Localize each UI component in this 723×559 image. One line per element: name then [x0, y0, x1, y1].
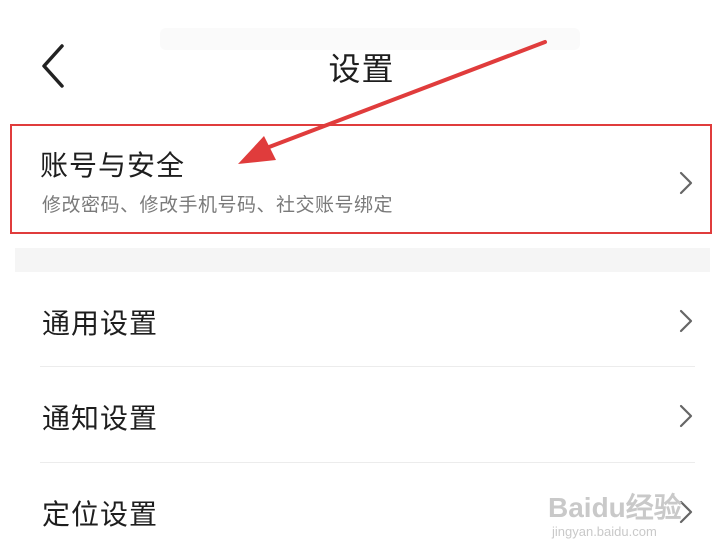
- watermark-url: jingyan.baidu.com: [552, 524, 657, 539]
- section-separator: [15, 248, 710, 272]
- chevron-right-icon: [679, 171, 693, 195]
- watermark-brand: Baidu经验: [548, 492, 682, 523]
- settings-item-notification[interactable]: 通知设置: [0, 367, 723, 463]
- settings-item-general[interactable]: 通用设置: [0, 272, 723, 368]
- baidu-jingyan-watermark: Baidu经验 jingyan.baidu.com: [548, 482, 718, 552]
- account-security-item[interactable]: 账号与安全 修改密码、修改手机号码、社交账号绑定: [10, 124, 712, 234]
- chevron-right-icon: [679, 309, 693, 333]
- page-title: 设置: [328, 50, 395, 88]
- account-security-label: 账号与安全: [40, 149, 186, 182]
- settings-item-label: 定位设置: [42, 498, 159, 531]
- settings-item-label: 通用设置: [42, 307, 159, 340]
- header-bar: 设置: [0, 0, 723, 110]
- chevron-right-icon: [679, 404, 693, 428]
- account-security-description: 修改密码、修改手机号码、社交账号绑定: [42, 194, 394, 216]
- settings-item-label: 通知设置: [42, 402, 159, 435]
